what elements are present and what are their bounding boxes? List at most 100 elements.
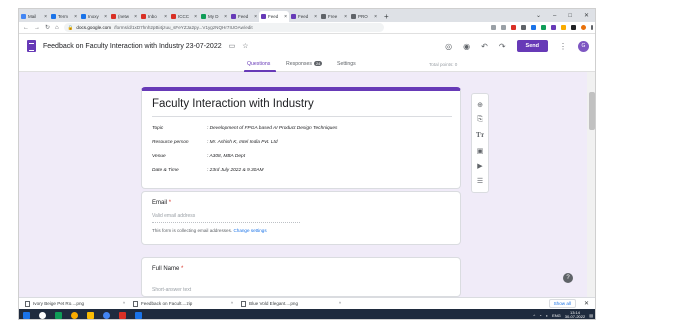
home-icon[interactable]: ⌂	[55, 25, 59, 31]
network-icon[interactable]: ◔	[539, 313, 541, 318]
close-icon[interactable]: ×	[374, 14, 377, 20]
close-icon[interactable]: ×	[194, 14, 197, 20]
redo-icon[interactable]: ↷	[499, 42, 506, 51]
tab-favicon-icon	[321, 14, 326, 19]
tab-responses[interactable]: Responses 24	[286, 61, 323, 67]
task-view-icon[interactable]	[55, 311, 62, 319]
close-window-icon[interactable]: ✕	[584, 11, 589, 22]
short-answer-field[interactable]: Short-answer text	[152, 287, 191, 293]
menu-dots-icon[interactable]	[591, 25, 593, 30]
add-section-icon[interactable]: ☰	[477, 177, 483, 185]
google-forms-icon[interactable]	[27, 40, 36, 52]
browser-tab[interactable]: Term ×	[49, 11, 79, 22]
tab-settings[interactable]: Settings	[337, 61, 356, 67]
tray-chevron-icon[interactable]: ^	[533, 313, 535, 318]
browser-tab-active[interactable]: Feed ×	[259, 11, 289, 22]
chevron-up-icon[interactable]: ^	[123, 301, 125, 306]
palette-icon[interactable]: ◎	[445, 42, 452, 51]
close-icon[interactable]: ×	[134, 14, 137, 20]
star-icon[interactable]: ☆	[242, 42, 248, 50]
puzzle-icon[interactable]	[571, 25, 576, 30]
extension-icon[interactable]	[531, 25, 536, 30]
app-icon[interactable]	[119, 311, 126, 319]
help-icon[interactable]: ?	[563, 273, 573, 283]
clock[interactable]: 13:14 30-07-2022	[565, 310, 585, 320]
extension-icon[interactable]	[561, 25, 566, 30]
close-icon[interactable]: ×	[314, 14, 317, 20]
browser-tab[interactable]: Inoxy ×	[79, 11, 109, 22]
back-icon[interactable]: ←	[23, 25, 29, 31]
send-button[interactable]: Send	[516, 40, 548, 52]
extension-icon[interactable]	[551, 25, 556, 30]
email-field[interactable]: Valid email address	[152, 213, 300, 223]
browser-tab[interactable]: Mail ×	[19, 11, 49, 22]
add-image-icon[interactable]: ▣	[477, 147, 484, 155]
add-title-icon[interactable]: Tт	[476, 131, 484, 139]
chrome-icon[interactable]	[71, 311, 78, 319]
download-item[interactable]: Ivory Beige Pet Ro....png ^	[25, 300, 125, 307]
browser-tab[interactable]: Feed ×	[229, 11, 259, 22]
browser-tab[interactable]: My D ×	[199, 11, 229, 22]
tab-questions[interactable]: Questions	[247, 61, 270, 67]
maximize-icon[interactable]: □	[568, 11, 572, 22]
minimize-icon[interactable]: –	[553, 11, 556, 22]
browser-tab[interactable]: ICCC ×	[169, 11, 199, 22]
add-question-icon[interactable]: ⊕	[477, 101, 483, 109]
search-icon[interactable]	[39, 311, 46, 319]
browser-tab[interactable]: Feed ×	[289, 11, 319, 22]
share-icon[interactable]	[491, 25, 496, 30]
show-all-button[interactable]: Show all	[548, 299, 576, 308]
edge-icon[interactable]	[103, 311, 110, 319]
change-settings-link[interactable]: Change settings	[233, 228, 266, 233]
question-toolbar: ⊕ ⎘ Tт ▣ ▶ ☰	[471, 93, 489, 193]
close-icon[interactable]: ×	[284, 14, 287, 20]
add-video-icon[interactable]: ▶	[477, 162, 482, 170]
profile-icon[interactable]	[581, 25, 586, 30]
folder-icon[interactable]: ▭	[229, 42, 236, 50]
preview-eye-icon[interactable]: ◉	[463, 42, 470, 51]
bookmark-star-icon[interactable]	[501, 25, 506, 30]
close-icon[interactable]: ×	[254, 14, 257, 20]
notification-icon[interactable]: ▤	[589, 313, 593, 318]
form-title[interactable]: Feedback on Faculty Interaction with Ind…	[43, 43, 222, 50]
close-icon[interactable]: ×	[44, 14, 47, 20]
undo-icon[interactable]: ↶	[481, 42, 488, 51]
chevron-up-icon[interactable]: ^	[231, 301, 233, 306]
download-item[interactable]: Feedback on Facult....zip ^	[133, 300, 233, 307]
download-item[interactable]: Blue Vold Elegant....png ^	[241, 300, 341, 307]
url-input[interactable]: 🔒 docs.google.com/forms/d/1xD7hnh2pBi4jz…	[63, 23, 384, 32]
close-icon[interactable]: ×	[224, 14, 227, 20]
browser-tab[interactable]: PRO ×	[349, 11, 379, 22]
avatar[interactable]: G	[578, 40, 589, 52]
windows-start-icon[interactable]	[23, 311, 30, 319]
language-indicator[interactable]: ENG	[552, 313, 561, 318]
forward-icon[interactable]: →	[34, 25, 40, 31]
form-heading[interactable]: Faculty Interaction with Industry	[152, 98, 314, 110]
extension-toolbar	[491, 25, 593, 30]
extension-icon[interactable]	[511, 25, 516, 30]
browser-tab[interactable]: Free ×	[319, 11, 349, 22]
volume-icon[interactable]: ◖	[546, 313, 548, 318]
tab-search-icon[interactable]: ⌄	[536, 11, 541, 22]
close-icon[interactable]: ×	[104, 14, 107, 20]
app-icon[interactable]	[135, 311, 142, 319]
import-questions-icon[interactable]: ⎘	[477, 116, 483, 124]
reload-icon[interactable]: ↻	[45, 24, 50, 31]
close-icon[interactable]: ×	[164, 14, 167, 20]
chevron-up-icon[interactable]: ^	[339, 301, 341, 306]
vertical-scrollbar[interactable]	[587, 72, 595, 297]
browser-tab[interactable]: (netw ×	[109, 11, 139, 22]
extension-icon[interactable]	[521, 25, 526, 30]
scrollbar-thumb[interactable]	[589, 92, 595, 130]
file-explorer-icon[interactable]	[87, 311, 94, 319]
form-title-card[interactable]: Faculty Interaction with Industry Topic:…	[141, 87, 461, 189]
email-question-card[interactable]: Email * Valid email address This form is…	[141, 191, 461, 245]
full-name-question-card[interactable]: Full Name * Short-answer text	[141, 257, 461, 297]
extension-icon[interactable]	[541, 25, 546, 30]
close-icon[interactable]: ×	[74, 14, 77, 20]
close-downloads-icon[interactable]: ✕	[584, 300, 591, 307]
close-icon[interactable]: ×	[344, 14, 347, 20]
browser-tab[interactable]: Inbo ×	[139, 11, 169, 22]
new-tab-button[interactable]: +	[379, 11, 394, 22]
more-vert-icon[interactable]: ⋮	[559, 42, 567, 51]
